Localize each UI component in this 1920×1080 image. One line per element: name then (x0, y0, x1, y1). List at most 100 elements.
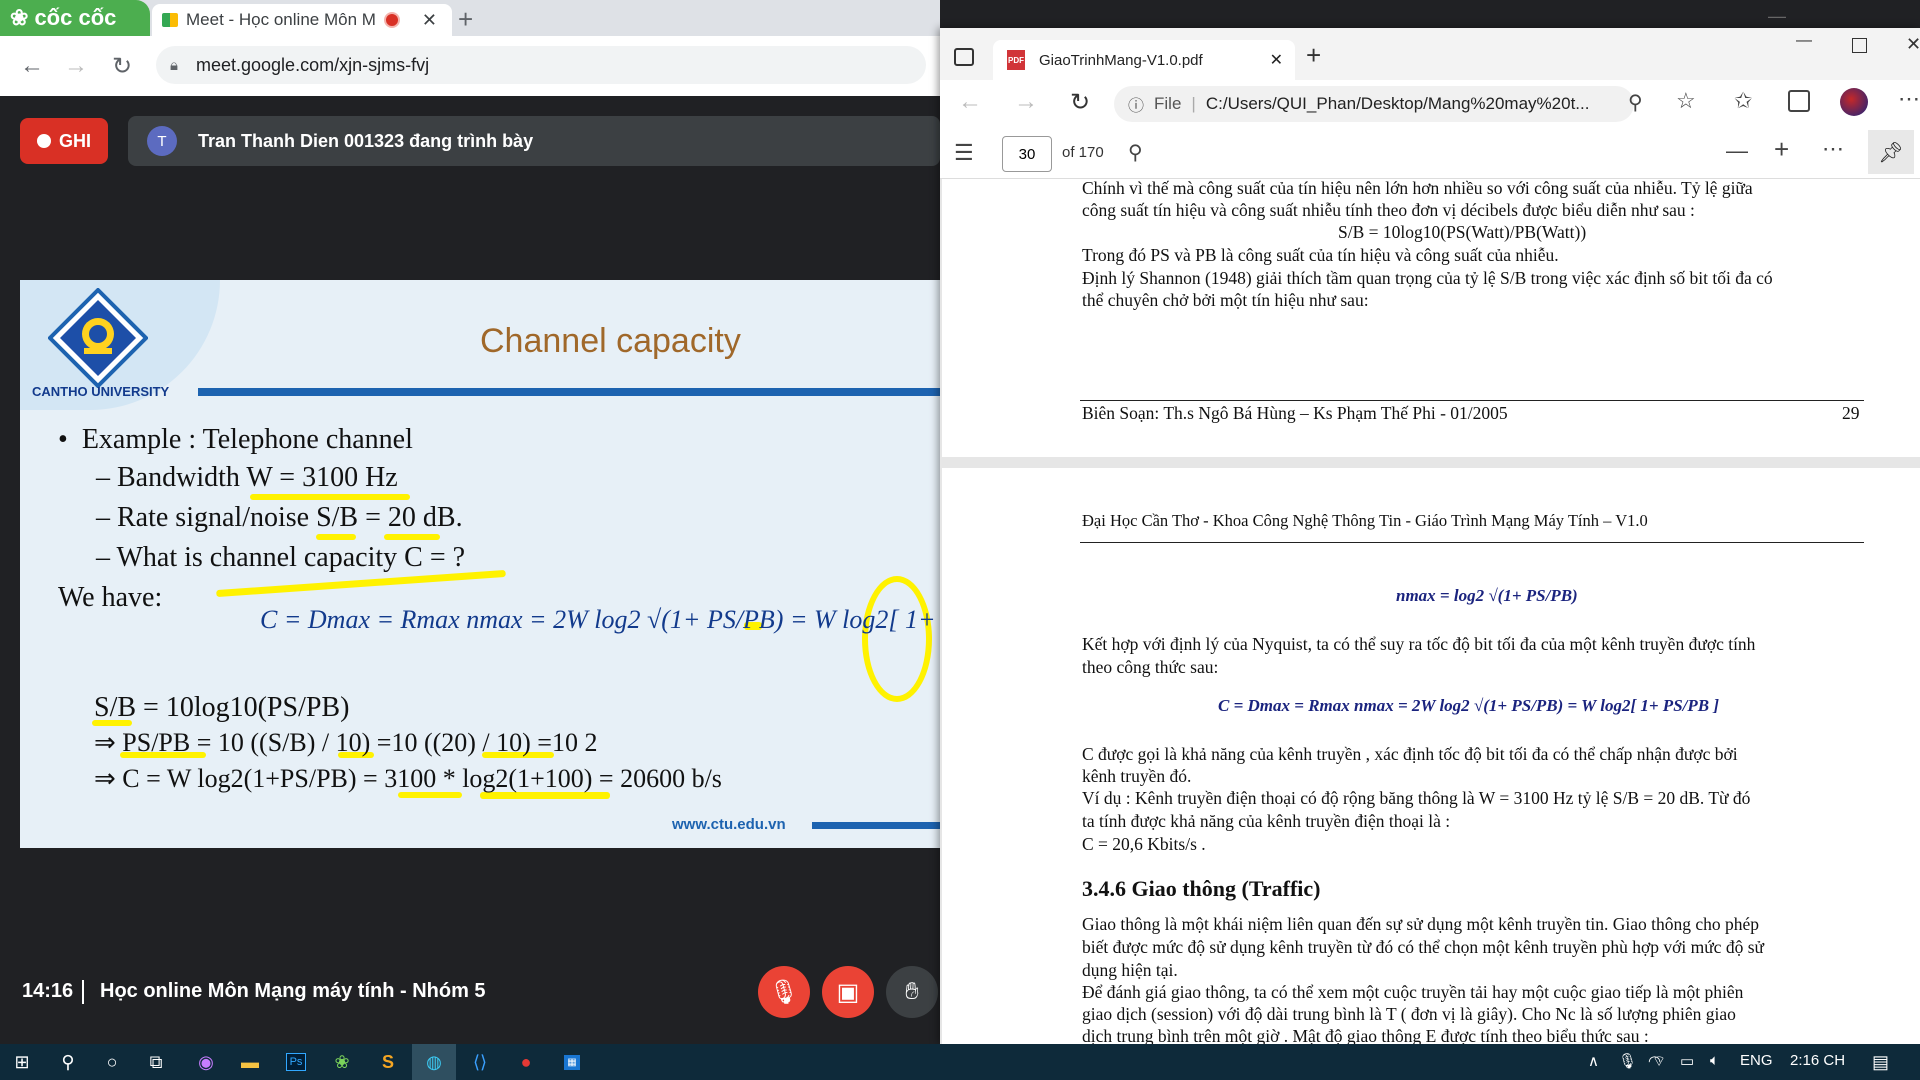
pin-toolbar-icon[interactable]: 📌︎ (1868, 130, 1914, 174)
edge-taskbar-icon[interactable]: ◍ (412, 1044, 456, 1080)
address-bar[interactable]: ⓘ File | C:/Users/QUI_Phan/Desktop/Mang%… (1114, 86, 1634, 122)
pdf-text-line: ta tính được khả năng của kênh truyền đi… (1082, 811, 1451, 831)
tab-actions-icon[interactable] (954, 48, 974, 66)
pdf-text-line: Chính vì thế mà công suất của tín hiệu n… (1082, 178, 1753, 198)
coccoc-taskbar-icon[interactable]: ❀ (320, 1044, 364, 1080)
app-icon-blue[interactable]: ▦ (550, 1044, 594, 1080)
footer-rule (1080, 400, 1864, 401)
new-tab-button[interactable]: + (458, 4, 473, 35)
input-language[interactable]: ENG (1740, 1052, 1773, 1069)
task-view-icon[interactable]: ⧉ (134, 1044, 178, 1080)
slide-subitem: – Rate signal/noise S/B = 20 dB. (96, 502, 463, 533)
subitem-text: Rate signal/noise S/B = 20 dB. (117, 502, 463, 533)
pdf-formula-nmax: nmax = log2 √(1+ PS/PB) (1396, 586, 1578, 605)
pdf-more-icon[interactable]: ⋯ (1822, 136, 1844, 162)
volume-icon[interactable]: 🔈︎ (1710, 1052, 1719, 1069)
collections-icon[interactable] (1788, 90, 1810, 112)
equation-sb: S/B = 10log10(PS/PB) (94, 692, 350, 723)
photoshop-icon[interactable]: Ps (274, 1044, 318, 1080)
pdf-text-line: giao dịch (session) với độ dài trung bìn… (1082, 1004, 1736, 1024)
tab-meet[interactable]: Meet - Học online Môn M ✕ (152, 4, 452, 36)
pdf-text-line: C = 20,6 Kbits/s . (1082, 834, 1206, 854)
slide-subitem: – What is channel capacity C = ? (96, 542, 466, 573)
slide-title-rule (198, 388, 940, 396)
app-icon-purple[interactable]: ◉ (184, 1044, 228, 1080)
zoom-out-button[interactable]: — (1726, 138, 1748, 164)
highlight-circle (862, 576, 932, 702)
pdf-text-line: kênh truyền đó. (1082, 766, 1192, 786)
notifications-icon[interactable]: ▤ (1872, 1052, 1889, 1073)
mic-off-button[interactable]: 🎙︎ (758, 966, 810, 1018)
tab-pdf[interactable]: PDF GiaoTrinhMang-V1.0.pdf ✕ (993, 40, 1295, 80)
page-number-input[interactable]: 30 (1002, 136, 1052, 172)
slides-app-icon[interactable]: S (366, 1044, 410, 1080)
highlight-mark (384, 534, 440, 540)
capacity-formula: C = Dmax = Rmax nmax = 2W log2 √(1+ PS/P… (260, 605, 940, 634)
coccoc-logo-text: cốc cốc (34, 5, 117, 30)
pdf-text-line: dụng hiện tại. (1082, 960, 1178, 980)
camera-off-button[interactable]: ▣ (822, 966, 874, 1018)
zoom-icon[interactable]: ⚲ (1628, 90, 1643, 115)
pdf-text-line: theo công thức sau: (1082, 657, 1219, 677)
pdf-text-line: thể chuyên chở bởi một tín hiệu như sau: (1082, 290, 1369, 310)
coccoc-logo[interactable]: ❀ cốc cốc (0, 0, 150, 36)
meeting-title: Học online Môn Mạng máy tính - Nhóm 5 (100, 980, 486, 1002)
page-header: Đại Học Cần Thơ - Khoa Công Nghệ Thông T… (1082, 511, 1648, 530)
url-text: C:/Users/QUI_Phan/Desktop/Mang%20may%20t… (1205, 94, 1590, 113)
raise-hand-button[interactable]: ✋︎ (886, 966, 938, 1018)
meet-favicon-icon (162, 13, 178, 27)
close-tab-icon[interactable]: ✕ (422, 10, 437, 31)
forward-button[interactable]: → (58, 48, 94, 84)
pdf-text-line: Trong đó PS và PB là công suất của tín h… (1082, 245, 1559, 265)
battery-icon[interactable]: ▭ (1680, 1052, 1694, 1070)
new-tab-button[interactable]: + (1306, 40, 1321, 71)
university-name: CANTHO UNIVERSITY (32, 384, 170, 399)
more-menu-icon[interactable]: ⋯ (1898, 86, 1920, 112)
window-minimize-button[interactable]: — (1796, 32, 1812, 50)
back-button[interactable]: ← (952, 84, 988, 120)
pdf-text-line: Định lý Shannon (1948) giải thích tầm qu… (1082, 268, 1773, 288)
section-heading: 3.4.6 Giao thông (Traffic) (1082, 876, 1321, 901)
vscode-icon[interactable]: ⟨⟩ (458, 1044, 502, 1080)
tab-title: Meet - Học online Môn M (186, 10, 376, 29)
reload-button[interactable]: ↻ (1062, 84, 1098, 120)
wifi-icon[interactable]: ⌔ (1652, 1052, 1666, 1071)
back-button[interactable]: ← (14, 48, 50, 84)
app-icon-red[interactable]: ● (504, 1044, 548, 1080)
system-clock[interactable]: 2:16 CH (1790, 1052, 1845, 1069)
start-button[interactable]: ⊞ (0, 1044, 44, 1080)
presenter-avatar: T (147, 126, 177, 156)
pdf-text-line: biết được mức độ sử dụng kênh truyền từ … (1082, 937, 1764, 957)
address-text: meet.google.com/xjn-sjms-fvj (196, 54, 430, 75)
pdf-text-line: Để đánh giá giao thông, ta có thể xem mộ… (1082, 982, 1744, 1002)
close-tab-icon[interactable]: ✕ (1270, 50, 1283, 70)
search-icon[interactable]: ⚲ (1128, 140, 1143, 165)
show-hidden-icons[interactable]: ∧ (1588, 1052, 1599, 1070)
divider (82, 980, 84, 1004)
profile-avatar[interactable] (1840, 88, 1868, 116)
pdf-text-line: Ví dụ : Kênh truyền điện thoại có độ rộn… (1082, 788, 1751, 808)
window-maximize-button[interactable] (1852, 38, 1867, 53)
window-close-button[interactable]: ✕ (1906, 34, 1920, 55)
file-explorer-icon[interactable]: ▬ (228, 1044, 272, 1080)
reload-button[interactable]: ↻ (104, 48, 140, 84)
record-button[interactable]: GHI (20, 118, 108, 164)
record-label: GHI (58, 130, 91, 151)
pdf-tab-title: GiaoTrinhMang-V1.0.pdf (1039, 51, 1203, 69)
favorites-icon[interactable]: ✩ (1734, 88, 1752, 114)
presentation-slide: CANTHO UNIVERSITY Channel capacity • Exa… (20, 280, 940, 848)
forward-button[interactable]: → (1008, 84, 1044, 120)
highlight-mark (250, 494, 410, 500)
equation-capacity: ⇒ C = W log2(1+PS/PB) = 3100 * log2(1+10… (94, 764, 722, 793)
cortana-icon[interactable]: ○ (90, 1044, 134, 1080)
search-icon[interactable]: ⚲ (46, 1044, 90, 1080)
zoom-in-button[interactable]: + (1774, 134, 1789, 165)
address-bar[interactable]: 🔒︎ meet.google.com/xjn-sjms-fvj (156, 46, 926, 84)
contents-icon[interactable]: ☰ (954, 140, 974, 166)
minimize-button[interactable]: — (1768, 6, 1786, 27)
university-logo-icon (48, 288, 148, 388)
page-number: 29 (1842, 403, 1860, 423)
url-prefix: File (1154, 94, 1182, 113)
microphone-tray-icon[interactable]: 🎙︎ (1618, 1052, 1637, 1070)
add-favorite-icon[interactable]: ☆ (1676, 88, 1696, 114)
